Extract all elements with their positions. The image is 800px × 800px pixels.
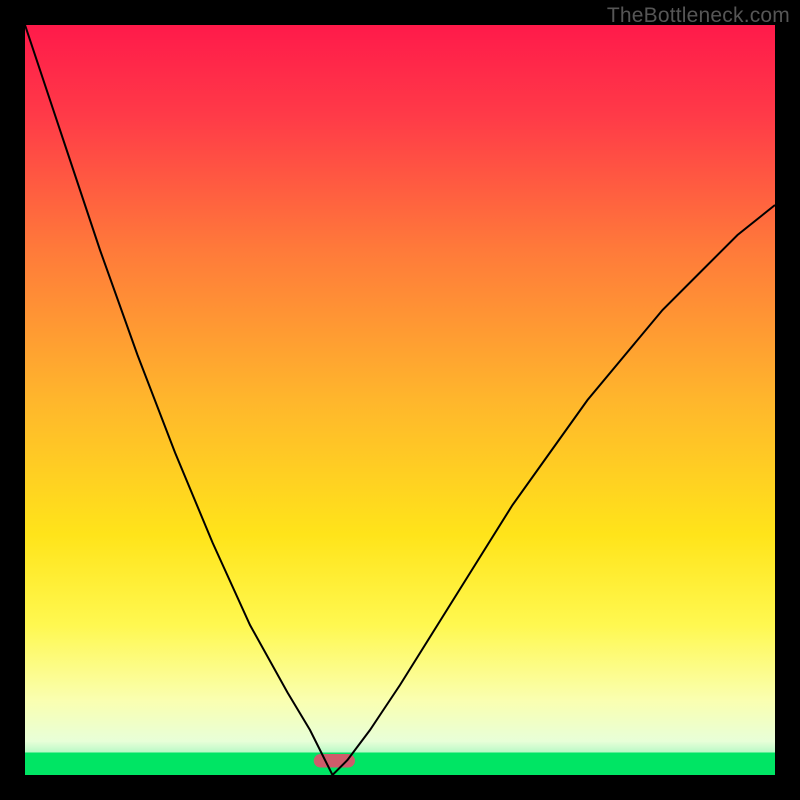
watermark-text: TheBottleneck.com bbox=[607, 4, 790, 28]
bottleneck-marker bbox=[314, 754, 355, 768]
outer-frame: TheBottleneck.com bbox=[0, 0, 800, 800]
green-band bbox=[25, 753, 775, 776]
chart-plot bbox=[25, 25, 775, 775]
gradient-background bbox=[25, 25, 775, 775]
